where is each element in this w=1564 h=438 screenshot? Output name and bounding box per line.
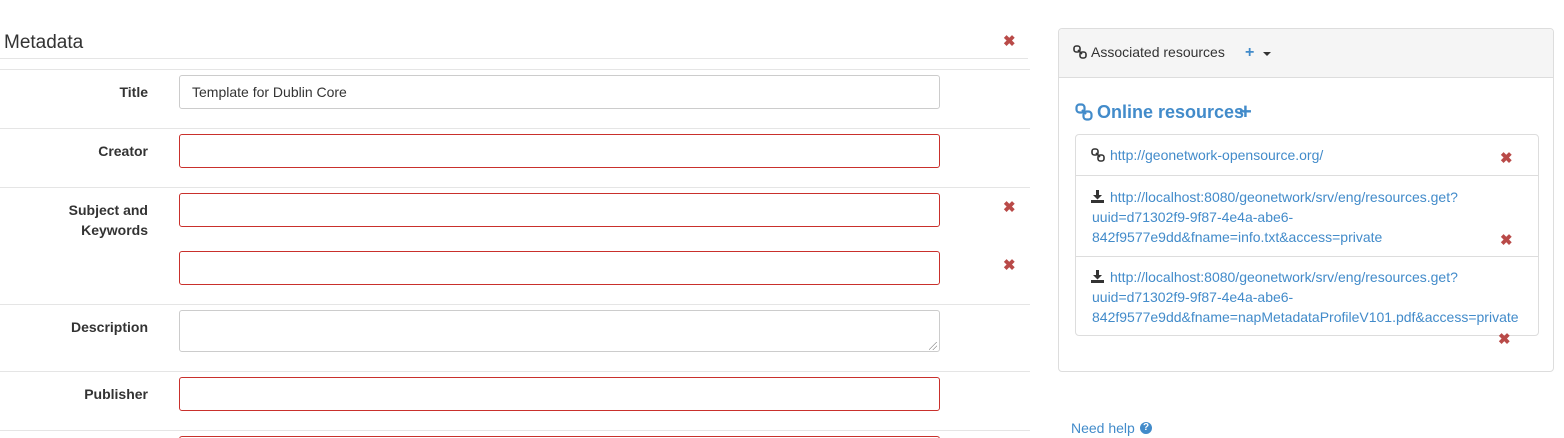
row-divider <box>0 69 1030 70</box>
row-divider <box>0 430 1030 431</box>
link-icon <box>1073 45 1087 64</box>
remove-resource-icon[interactable]: ✖ <box>1500 151 1513 166</box>
row-divider <box>0 371 1030 372</box>
list-item: http://localhost:8080/geonetwork/srv/eng… <box>1076 175 1538 256</box>
caret-down-icon[interactable] <box>1263 52 1271 56</box>
title-input[interactable] <box>179 75 940 109</box>
link-icon <box>1075 103 1093 126</box>
creator-input[interactable] <box>179 134 940 168</box>
online-resources-heading: Online resources <box>1097 102 1245 122</box>
subject-keyword-input-2[interactable] <box>179 251 940 285</box>
resource-link[interactable]: http://geonetwork-opensource.org/ <box>1110 145 1323 165</box>
question-circle-icon[interactable]: ? <box>1140 422 1152 434</box>
description-label: Description <box>70 319 148 335</box>
editor-page: Metadata ✖ Title Creator Subject and Key… <box>0 0 1564 438</box>
row-divider <box>0 187 1030 188</box>
metadata-form: Metadata ✖ Title Creator Subject and Key… <box>0 0 1030 438</box>
add-resource-button[interactable]: + <box>1245 44 1254 62</box>
online-resources-list: http://geonetwork-opensource.org/ ✖ http… <box>1075 134 1539 336</box>
list-item: http://localhost:8080/geonetwork/srv/eng… <box>1076 256 1538 335</box>
creator-label: Creator <box>98 143 148 159</box>
publisher-input[interactable] <box>179 377 940 411</box>
panel-header: Associated resources + <box>1059 29 1553 78</box>
section-title: Metadata <box>4 32 84 53</box>
associated-resources-panel: Associated resources + Online resources … <box>1058 28 1554 372</box>
link-icon <box>1091 148 1105 167</box>
remove-resource-icon[interactable]: ✖ <box>1498 332 1511 347</box>
resize-grip-icon[interactable] <box>929 342 937 350</box>
subject-keyword-input-1[interactable] <box>179 193 940 227</box>
remove-section-icon[interactable]: ✖ <box>1003 34 1016 49</box>
publisher-label: Publisher <box>84 386 148 402</box>
remove-keyword-1-icon[interactable]: ✖ <box>1003 200 1016 215</box>
title-label: Title <box>119 84 148 100</box>
list-item: http://geonetwork-opensource.org/ ✖ <box>1076 135 1538 175</box>
subject-keywords-label: Subject and Keywords <box>68 202 148 238</box>
need-help-link[interactable]: Need help <box>1071 420 1135 436</box>
description-textarea[interactable] <box>179 310 940 352</box>
add-online-resource-button[interactable]: + <box>1239 99 1252 125</box>
row-divider <box>0 128 1030 129</box>
remove-keyword-2-icon[interactable]: ✖ <box>1003 258 1016 273</box>
resource-link[interactable]: http://localhost:8080/geonetwork/srv/eng… <box>1092 267 1519 327</box>
resource-link[interactable]: http://localhost:8080/geonetwork/srv/eng… <box>1092 187 1458 247</box>
row-divider <box>0 304 1030 305</box>
remove-resource-icon[interactable]: ✖ <box>1500 233 1513 248</box>
panel-title: Associated resources <box>1091 44 1225 60</box>
section-divider <box>0 58 1028 59</box>
